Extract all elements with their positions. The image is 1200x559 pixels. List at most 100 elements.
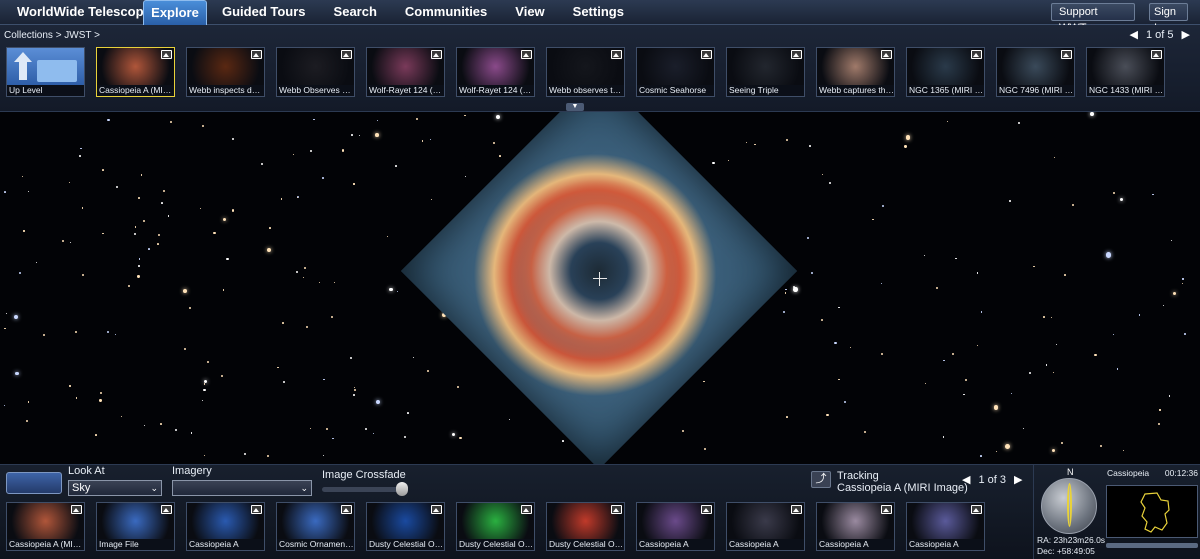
tab-guided-tours[interactable]: Guided Tours	[208, 0, 320, 25]
star	[69, 242, 71, 244]
thumbnail-label: Cassiopeia A (MIRI Image)	[99, 85, 174, 95]
star	[464, 114, 466, 117]
thumbnail-item[interactable]: Wolf-Rayet 124 (NIRCam)	[366, 47, 445, 97]
thumbnail-item[interactable]: Wolf-Rayet 124 (MIRI)	[456, 47, 535, 97]
star	[115, 185, 118, 189]
star	[183, 289, 187, 294]
chevron-down-icon: ⌄	[150, 483, 158, 493]
tab-explore[interactable]: Explore	[143, 0, 207, 25]
star	[170, 121, 173, 124]
sign-in-button[interactable]: Sign In	[1149, 3, 1188, 34]
star	[161, 202, 164, 205]
star	[993, 405, 999, 411]
look-at-select[interactable]: Sky ⌄	[68, 480, 162, 496]
star	[15, 371, 19, 376]
thumbnail-item[interactable]: Dusty Celestial Ornament	[546, 502, 625, 551]
tab-communities[interactable]: Communities	[391, 0, 501, 25]
thumbnail-item[interactable]: Cosmic Ornament Cas A	[276, 502, 355, 551]
star	[353, 389, 356, 392]
app-title: WorldWide Telescope	[17, 4, 151, 19]
star	[508, 418, 511, 420]
thumbnail-item[interactable]: Cassiopeia A (MIRI Image)	[96, 47, 175, 97]
explore-panel: Collections > JWST > ◀ 1 of 5 ▶ Up Level…	[0, 25, 1200, 112]
crossfade-slider-knob[interactable]	[395, 482, 408, 496]
thumbnail-item[interactable]: Cassiopeia A	[186, 502, 265, 551]
context-pager: ◀ 1 of 3 ▶	[962, 473, 1022, 487]
thumbnail-item[interactable]: Webb inspects dusty disk	[186, 47, 265, 97]
thumbnail-item[interactable]: Cassiopeia A	[726, 502, 805, 551]
collapse-handle-icon[interactable]: ▼	[566, 103, 584, 111]
thumbnail-item[interactable]: Seeing Triple	[726, 47, 805, 97]
meridian-arc	[1067, 483, 1072, 527]
star	[881, 204, 884, 207]
star	[821, 319, 824, 322]
star	[6, 312, 8, 315]
globe-icon[interactable]	[1041, 478, 1097, 534]
thumbnail-item[interactable]: Cassiopeia A (MIRI Image)	[6, 502, 85, 551]
star	[387, 236, 389, 238]
thumbnail-item[interactable]: Cosmic Seahorse	[636, 47, 715, 97]
tab-search[interactable]: Search	[320, 0, 391, 25]
thumbnail-item[interactable]: Cassiopeia A	[906, 502, 985, 551]
thumbnail-item[interactable]: Image File	[96, 502, 175, 551]
thumbnail-label: NGC 1433 (MIRI Image)	[1089, 85, 1164, 95]
constellation-minimap[interactable]	[1106, 485, 1198, 538]
star	[946, 120, 948, 122]
star	[35, 262, 37, 264]
image-type-icon	[791, 505, 802, 514]
thumbnail-item[interactable]: Dusty Celestial Ornament	[366, 502, 445, 551]
star	[220, 374, 224, 377]
thumbnail-label: Wolf-Rayet 124 (MIRI)	[459, 85, 534, 95]
thumbnail-item[interactable]: Webb captures the Red	[816, 47, 895, 97]
thumbnail-item[interactable]: Webb Observes a Galaxy	[276, 47, 355, 97]
look-at-value: Sky	[72, 482, 91, 494]
star	[834, 341, 837, 344]
star	[140, 174, 142, 176]
star	[69, 385, 71, 387]
tracking-label: Tracking	[837, 470, 879, 482]
thumbnail-item[interactable]: NGC 1433 (MIRI Image)	[1086, 47, 1165, 97]
star	[703, 447, 706, 450]
prev-page-icon[interactable]: ◀	[1130, 28, 1138, 41]
sky-view[interactable]	[0, 112, 1200, 464]
image-type-icon	[71, 505, 82, 514]
thumbnail-item[interactable]: Webb observes the Crab	[546, 47, 625, 97]
star	[1045, 364, 1048, 367]
minimap-scroll-bar[interactable]	[1106, 543, 1198, 548]
star	[358, 135, 361, 137]
nebula-core	[457, 129, 741, 413]
star	[349, 357, 352, 360]
thumbnail-item[interactable]: Cassiopeia A	[636, 502, 715, 551]
next-page-icon[interactable]: ▶	[1182, 28, 1190, 41]
breadcrumb[interactable]: Collections > JWST >	[4, 30, 100, 41]
star	[430, 199, 433, 201]
star	[427, 369, 430, 372]
star	[309, 427, 312, 430]
star	[43, 334, 46, 337]
star	[61, 240, 64, 243]
prev-page-icon[interactable]: ◀	[962, 473, 970, 486]
next-page-icon[interactable]: ▶	[1014, 473, 1022, 486]
thumbnail-item[interactable]: Up Level	[6, 47, 85, 97]
crossfade-slider-track[interactable]	[322, 487, 406, 492]
star	[148, 247, 150, 250]
thumbnail-item[interactable]: NGC 7496 (MIRI Image)	[996, 47, 1075, 97]
thumbnail-item[interactable]: Dusty Celestial Ornament	[456, 502, 535, 551]
laptop-icon[interactable]	[6, 472, 62, 494]
star	[1172, 292, 1176, 296]
imagery-select[interactable]: ⌄	[172, 480, 312, 496]
star	[492, 141, 496, 145]
tab-view[interactable]: View	[501, 0, 558, 25]
tab-settings[interactable]: Settings	[559, 0, 638, 25]
thumbnail-item[interactable]: Cassiopeia A	[816, 502, 895, 551]
star	[334, 281, 336, 283]
star	[204, 379, 208, 384]
star	[75, 331, 78, 334]
star	[963, 393, 965, 396]
share-button[interactable]: ⤴	[811, 471, 831, 488]
image-type-icon	[251, 505, 262, 514]
star	[421, 140, 423, 142]
star	[243, 452, 246, 455]
thumbnail-item[interactable]: NGC 1365 (MIRI Image)	[906, 47, 985, 97]
support-wwt-button[interactable]: Support WWT ♥	[1051, 3, 1135, 34]
